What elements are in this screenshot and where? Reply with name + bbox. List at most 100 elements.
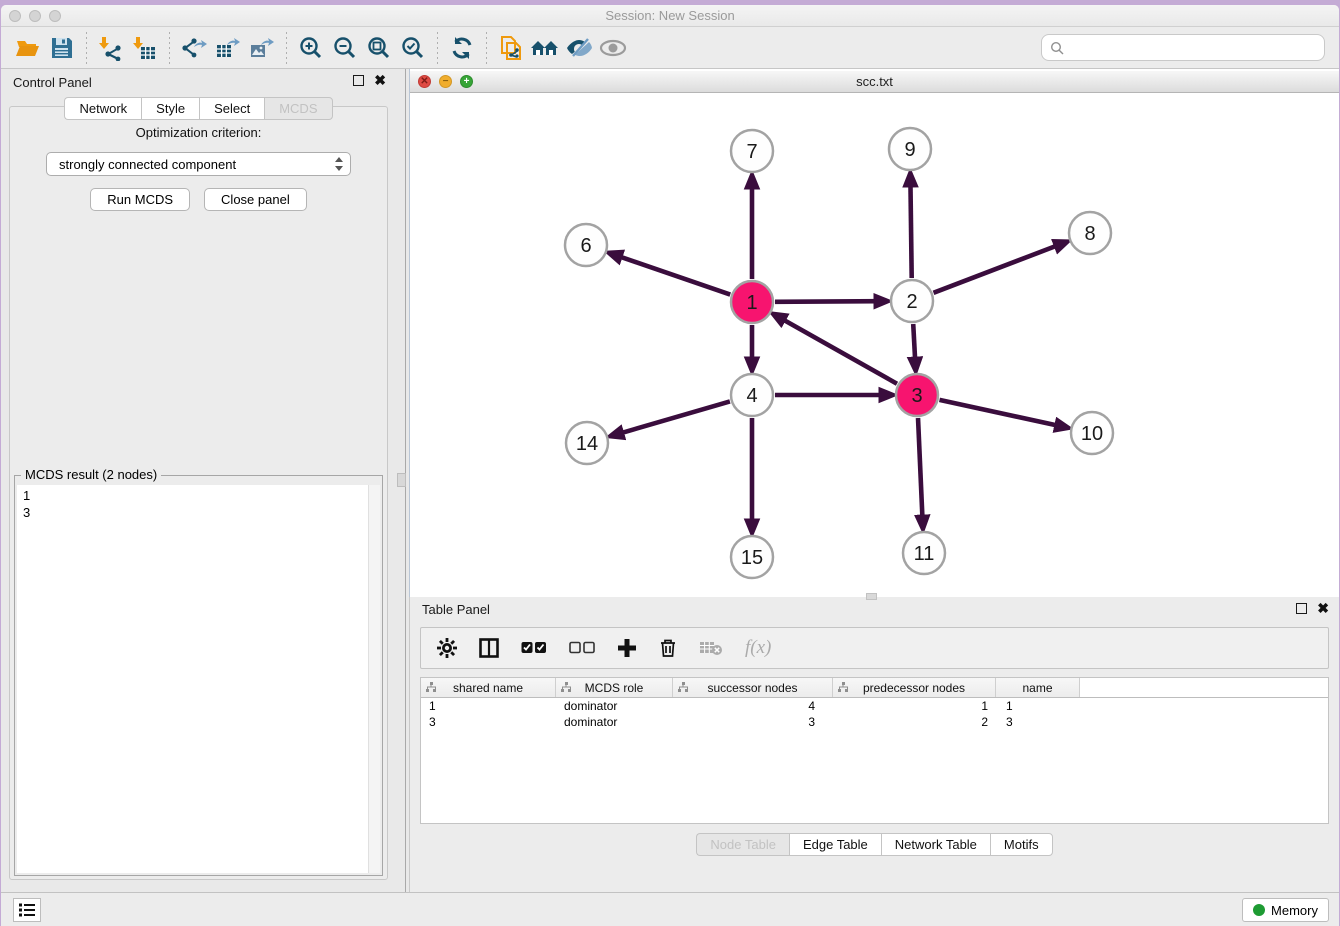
graph-node-10[interactable]: 10: [1071, 412, 1113, 454]
column-header-mcds-role[interactable]: MCDS role: [556, 678, 673, 697]
table-row[interactable]: 1 dominator 4 1 1: [421, 698, 1328, 714]
close-panel-button[interactable]: Close panel: [204, 188, 307, 211]
graph-edge-4-14[interactable]: [619, 401, 730, 433]
graph-edge-3-10[interactable]: [939, 400, 1059, 426]
table-header[interactable]: shared name MCDS role successor nodes pr…: [421, 678, 1328, 698]
cell-shared-name[interactable]: 3: [421, 715, 556, 729]
result-scrollbar[interactable]: [368, 485, 380, 873]
window-controls[interactable]: [9, 10, 61, 22]
graph-edge-1-2[interactable]: [775, 301, 879, 302]
select-chevrons-icon: [334, 156, 344, 172]
minimize-network-icon[interactable]: −: [439, 75, 452, 88]
cell-name[interactable]: 3: [996, 715, 1080, 729]
graph-node-2[interactable]: 2: [891, 280, 933, 322]
graph-node-3[interactable]: 3: [896, 374, 938, 416]
refresh-icon[interactable]: [445, 32, 479, 64]
settings-gear-icon[interactable]: [437, 638, 457, 658]
show-eye-icon: [596, 32, 630, 64]
import-network-icon[interactable]: [94, 32, 128, 64]
vertical-splitter[interactable]: [396, 69, 409, 892]
graph-node-4[interactable]: 4: [731, 374, 773, 416]
graph-edge-1-6[interactable]: [617, 256, 730, 295]
tab-network[interactable]: Network: [64, 97, 141, 120]
graph-node-8[interactable]: 8: [1069, 212, 1111, 254]
home-layout-icon[interactable]: [528, 32, 562, 64]
columns-icon[interactable]: [479, 638, 499, 658]
cell-mcds-role[interactable]: dominator: [556, 699, 673, 713]
cell-successor-nodes[interactable]: 3: [673, 715, 833, 729]
export-network-icon[interactable]: [177, 32, 211, 64]
column-type-icon: [838, 682, 849, 693]
optimization-criterion-select[interactable]: strongly connected component: [46, 152, 351, 176]
select-all-checkboxes-icon[interactable]: [521, 640, 547, 656]
task-history-button[interactable]: [13, 898, 41, 922]
network-canvas[interactable]: 7 9 6 8 1 2 4 3 14 10 15 11: [410, 93, 1339, 597]
cell-name[interactable]: 1: [996, 699, 1080, 713]
close-table-panel-icon[interactable]: ✖: [1317, 603, 1329, 614]
open-session-icon[interactable]: [11, 32, 45, 64]
graph-edge-2-3[interactable]: [913, 324, 915, 362]
cell-shared-name[interactable]: 1: [421, 699, 556, 713]
float-panel-icon[interactable]: [353, 75, 364, 86]
splitter-grip[interactable]: [397, 473, 406, 487]
export-image-icon[interactable]: [245, 32, 279, 64]
maximize-window-button[interactable]: [49, 10, 61, 22]
tab-style[interactable]: Style: [141, 97, 199, 120]
cell-predecessor-nodes[interactable]: 1: [833, 699, 996, 713]
cell-successor-nodes[interactable]: 4: [673, 699, 833, 713]
tab-node-table[interactable]: Node Table: [696, 833, 789, 856]
zoom-out-icon[interactable]: [328, 32, 362, 64]
zoom-selected-icon[interactable]: [396, 32, 430, 64]
graph-node-14[interactable]: 14: [566, 422, 608, 464]
maximize-network-icon[interactable]: +: [460, 75, 473, 88]
run-mcds-button[interactable]: Run MCDS: [90, 188, 190, 211]
close-window-button[interactable]: [9, 10, 21, 22]
mcds-result-text[interactable]: 1 3: [17, 485, 380, 873]
duplicate-network-icon[interactable]: [494, 32, 528, 64]
import-table-icon[interactable]: [128, 32, 162, 64]
hide-selected-eye-icon[interactable]: [562, 32, 596, 64]
export-table-icon[interactable]: [211, 32, 245, 64]
memory-button[interactable]: Memory: [1242, 898, 1329, 922]
network-frame-titlebar[interactable]: ✕ − + scc.txt: [410, 71, 1339, 93]
graph-node-15[interactable]: 15: [731, 536, 773, 578]
column-header-successor-nodes[interactable]: successor nodes: [673, 678, 833, 697]
delete-column-icon[interactable]: [659, 638, 677, 658]
close-network-icon[interactable]: ✕: [418, 75, 431, 88]
search-input[interactable]: [1070, 40, 1324, 55]
memory-status-dot: [1253, 904, 1265, 916]
close-panel-icon[interactable]: ✖: [374, 75, 386, 86]
column-header-name[interactable]: name: [996, 678, 1080, 697]
add-column-icon[interactable]: [617, 638, 637, 658]
network-graph[interactable]: 7 9 6 8 1 2 4 3 14 10 15 11: [410, 93, 1339, 597]
graph-node-7[interactable]: 7: [731, 130, 773, 172]
graph-node-1[interactable]: 1: [731, 281, 773, 323]
graph-node-11[interactable]: 11: [903, 532, 945, 574]
graph-edge-2-9[interactable]: [910, 182, 911, 278]
graph-edge-2-8[interactable]: [933, 245, 1059, 293]
save-session-icon[interactable]: [45, 32, 79, 64]
graph-node-label: 7: [746, 141, 757, 163]
horizontal-splitter-grip[interactable]: [866, 593, 877, 600]
graph-edge-3-11[interactable]: [918, 418, 923, 520]
search-field[interactable]: [1041, 34, 1325, 61]
cell-mcds-role[interactable]: dominator: [556, 715, 673, 729]
cell-predecessor-nodes[interactable]: 2: [833, 715, 996, 729]
tab-motifs[interactable]: Motifs: [990, 833, 1053, 856]
node-table[interactable]: shared name MCDS role successor nodes pr…: [420, 677, 1329, 824]
float-table-panel-icon[interactable]: [1296, 603, 1307, 614]
tab-select[interactable]: Select: [199, 97, 264, 120]
zoom-in-icon[interactable]: [294, 32, 328, 64]
graph-edge-3-1[interactable]: [781, 318, 897, 384]
deselect-all-checkboxes-icon[interactable]: [569, 640, 595, 656]
column-header-shared-name[interactable]: shared name: [421, 678, 556, 697]
tab-mcds[interactable]: MCDS: [264, 97, 332, 120]
tab-edge-table[interactable]: Edge Table: [789, 833, 881, 856]
tab-network-table[interactable]: Network Table: [881, 833, 990, 856]
graph-node-9[interactable]: 9: [889, 128, 931, 170]
table-row[interactable]: 3 dominator 3 2 3: [421, 714, 1328, 730]
graph-node-6[interactable]: 6: [565, 224, 607, 266]
zoom-fit-icon[interactable]: [362, 32, 396, 64]
minimize-window-button[interactable]: [29, 10, 41, 22]
column-header-predecessor-nodes[interactable]: predecessor nodes: [833, 678, 996, 697]
